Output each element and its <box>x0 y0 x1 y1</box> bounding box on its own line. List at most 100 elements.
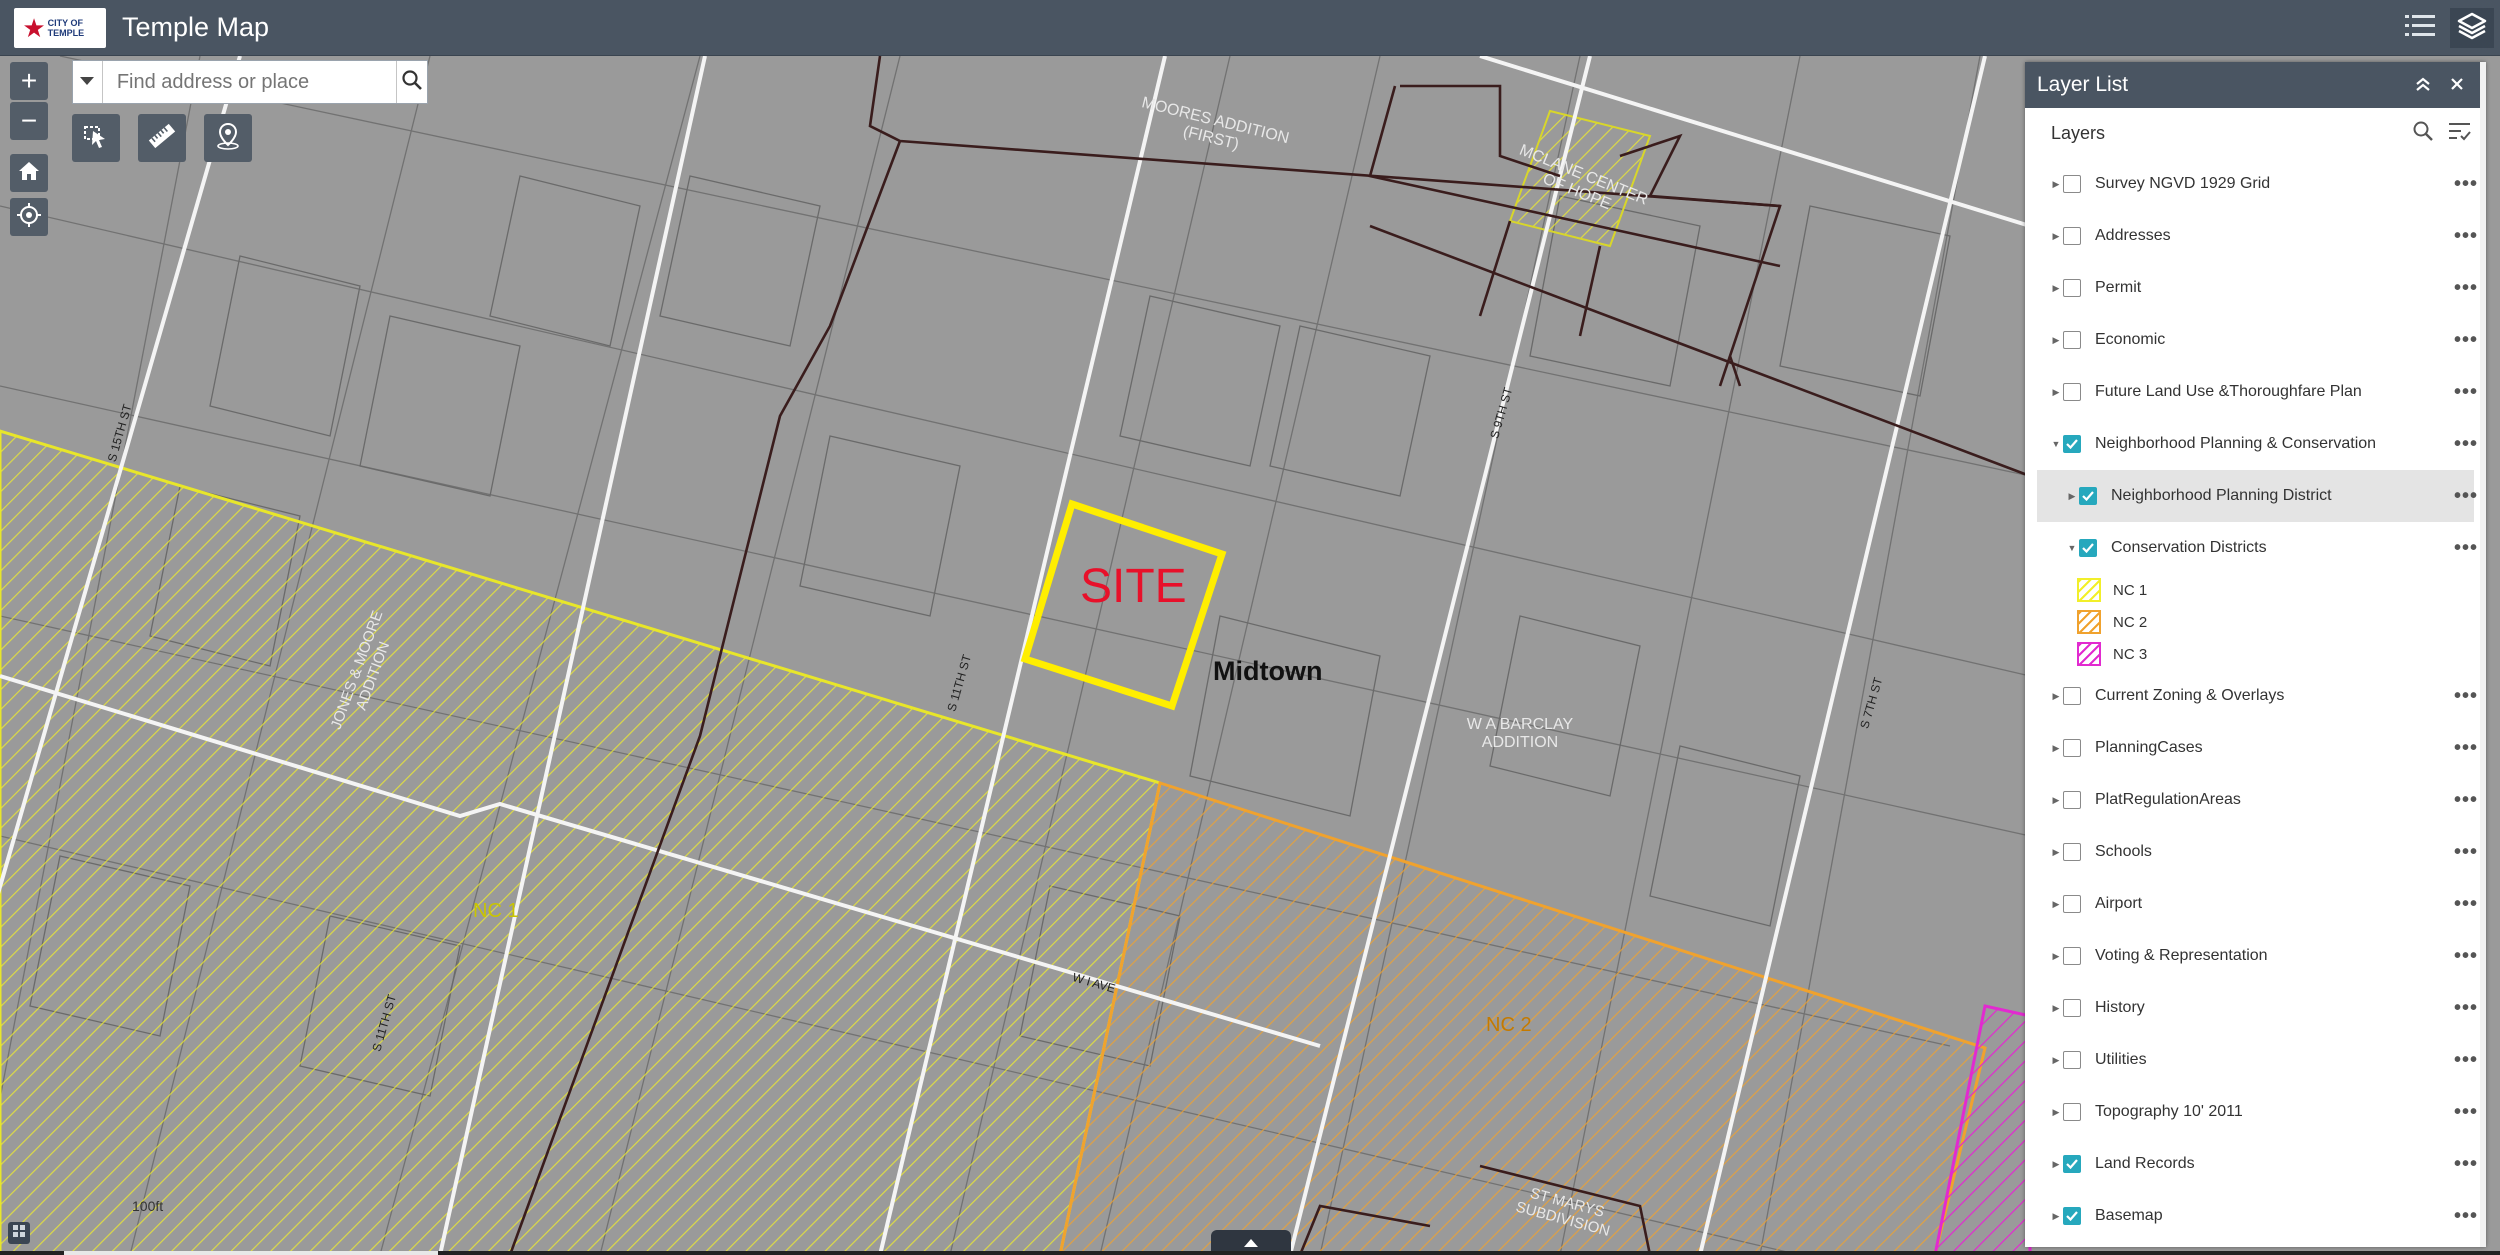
layer-checkbox[interactable] <box>2063 739 2081 757</box>
layer-item-airport[interactable]: ▶ Airport ••• <box>2025 878 2486 930</box>
layer-item-basemap[interactable]: ▶ Basemap ••• <box>2025 1190 2486 1242</box>
layer-checkbox[interactable] <box>2063 843 2081 861</box>
search-source-dropdown[interactable] <box>73 61 103 103</box>
layer-item-current-zoning[interactable]: ▶ Current Zoning & Overlays ••• <box>2025 670 2486 722</box>
locate-icon <box>16 202 42 233</box>
expand-caret-icon[interactable]: ▶ <box>2065 491 2079 502</box>
layer-checkbox[interactable] <box>2079 487 2097 505</box>
logo-text: CITY OF TEMPLE <box>47 18 85 38</box>
loading-bar <box>64 1251 438 1255</box>
layer-checkbox[interactable] <box>2063 1155 2081 1173</box>
layer-label: Airport <box>2095 895 2143 912</box>
layer-item-voting[interactable]: ▶ Voting & Representation ••• <box>2025 930 2486 982</box>
search-button[interactable] <box>395 61 427 103</box>
layer-search-button[interactable] <box>2412 120 2434 147</box>
expand-caret-icon[interactable]: ▶ <box>2049 1003 2063 1014</box>
layer-list-button[interactable] <box>2450 8 2494 48</box>
coordinate-tool-button[interactable] <box>204 114 252 162</box>
layer-item-history[interactable]: ▶ History ••• <box>2025 982 2486 1034</box>
layer-checkbox[interactable] <box>2063 687 2081 705</box>
expand-caret-icon[interactable]: ▶ <box>2049 283 2063 294</box>
expand-caret-icon[interactable]: ▶ <box>2049 795 2063 806</box>
expand-caret-icon[interactable]: ▶ <box>2049 1159 2063 1170</box>
layer-checkbox[interactable] <box>2063 175 2081 193</box>
layer-item-survey[interactable]: ▶ Survey NGVD 1929 Grid ••• <box>2025 158 2486 210</box>
panel-scrollbar[interactable] <box>2480 62 2486 1247</box>
layer-item-permit[interactable]: ▶ Permit ••• <box>2025 262 2486 314</box>
close-panel-button[interactable] <box>2440 74 2474 97</box>
layer-checkbox[interactable] <box>2063 227 2081 245</box>
layer-checkbox[interactable] <box>2063 435 2081 453</box>
legend-label: NC 1 <box>2113 581 2148 599</box>
expand-caret-icon[interactable]: ▶ <box>2049 899 2063 910</box>
expand-caret-icon[interactable]: ▶ <box>2049 743 2063 754</box>
layer-item-plat-regulation[interactable]: ▶ PlatRegulationAreas ••• <box>2025 774 2486 826</box>
nc2-zone-label: NC 2 <box>1486 1014 1532 1036</box>
collapse-caret-icon[interactable]: ▼ <box>2065 543 2079 553</box>
collapse-caret-icon[interactable]: ▼ <box>2049 439 2063 449</box>
legend-label: NC 2 <box>2113 613 2148 631</box>
home-button[interactable] <box>10 154 48 192</box>
locate-button[interactable] <box>10 198 48 236</box>
layer-label: Permit <box>2095 279 2142 296</box>
layer-label: Neighborhood Planning District <box>2111 487 2332 504</box>
layer-checkbox[interactable] <box>2063 279 2081 297</box>
layer-item-neighborhood-planning[interactable]: ▼ Neighborhood Planning & Conservation ••• <box>2025 418 2486 470</box>
check-icon <box>2082 491 2094 501</box>
layer-label: Utilities <box>2095 1051 2147 1068</box>
close-icon <box>2450 74 2464 96</box>
attribution-toggle[interactable] <box>8 1222 30 1244</box>
layer-label: Topography 10' 2011 <box>2095 1103 2243 1120</box>
collapse-panel-button[interactable] <box>2406 74 2440 97</box>
layer-checkbox[interactable] <box>2063 1207 2081 1225</box>
layer-checkbox[interactable] <box>2063 1051 2081 1069</box>
legend-swatch <box>2077 578 2101 602</box>
expand-caret-icon[interactable]: ▶ <box>2049 1107 2063 1118</box>
zoom-in-button[interactable]: + <box>10 62 48 100</box>
chevron-up-icon <box>1244 1234 1258 1252</box>
layer-label: Future Land Use &Thoroughfare Plan <box>2095 383 2362 400</box>
layer-item-future-land-use[interactable]: ▶ Future Land Use &Thoroughfare Plan ••• <box>2025 366 2486 418</box>
layer-label: Schools <box>2095 843 2152 860</box>
layer-item-addresses[interactable]: ▶ Addresses ••• <box>2025 210 2486 262</box>
expand-caret-icon[interactable]: ▶ <box>2049 179 2063 190</box>
scale-label: 100ft <box>132 1198 164 1214</box>
measure-tool-button[interactable] <box>138 114 186 162</box>
layer-checkbox[interactable] <box>2063 1103 2081 1121</box>
zoom-out-button[interactable]: − <box>10 102 48 140</box>
expand-caret-icon[interactable]: ▶ <box>2049 335 2063 346</box>
layer-item-utilities[interactable]: ▶ Utilities ••• <box>2025 1034 2486 1086</box>
layer-checkbox[interactable] <box>2063 791 2081 809</box>
city-logo[interactable]: ★ CITY OF TEMPLE <box>14 8 106 48</box>
layer-checkbox[interactable] <box>2063 895 2081 913</box>
layer-item-planning-cases[interactable]: ▶ PlanningCases ••• <box>2025 722 2486 774</box>
layer-list: ▶ Survey NGVD 1929 Grid ••• ▶ Addresses ••• … <box>2025 158 2486 1242</box>
layer-checkbox[interactable] <box>2063 947 2081 965</box>
layer-checkbox[interactable] <box>2063 999 2081 1017</box>
layer-item-neighborhood-planning-district[interactable]: ▶ Neighborhood Planning District ••• <box>2037 470 2477 522</box>
layer-item-economic[interactable]: ▶ Economic ••• <box>2025 314 2486 366</box>
expand-caret-icon[interactable]: ▶ <box>2049 1211 2063 1222</box>
select-tool-button[interactable] <box>72 114 120 162</box>
layer-item-schools[interactable]: ▶ Schools ••• <box>2025 826 2486 878</box>
layer-options-button[interactable] <box>2448 120 2472 147</box>
expand-caret-icon[interactable]: ▶ <box>2049 387 2063 398</box>
layer-checkbox[interactable] <box>2063 331 2081 349</box>
check-icon <box>2066 439 2078 449</box>
layer-item-topography[interactable]: ▶ Topography 10' 2011 ••• <box>2025 1086 2486 1138</box>
expand-caret-icon[interactable]: ▶ <box>2049 847 2063 858</box>
expand-caret-icon[interactable]: ▶ <box>2049 231 2063 242</box>
search-input[interactable] <box>102 61 396 103</box>
layer-list-header: Layer List <box>2025 62 2486 108</box>
legend-swatch <box>2077 610 2101 634</box>
app-header: ★ CITY OF TEMPLE Temple Map <box>0 0 2500 56</box>
list-icon <box>2405 13 2435 44</box>
layer-item-conservation-districts[interactable]: ▼ Conservation Districts ••• <box>2025 522 2486 574</box>
expand-caret-icon[interactable]: ▶ <box>2049 691 2063 702</box>
layer-checkbox[interactable] <box>2063 383 2081 401</box>
layer-checkbox[interactable] <box>2079 539 2097 557</box>
legend-list-button[interactable] <box>2398 8 2442 48</box>
expand-caret-icon[interactable]: ▶ <box>2049 951 2063 962</box>
layer-item-land-records[interactable]: ▶ Land Records ••• <box>2025 1138 2486 1190</box>
expand-caret-icon[interactable]: ▶ <box>2049 1055 2063 1066</box>
